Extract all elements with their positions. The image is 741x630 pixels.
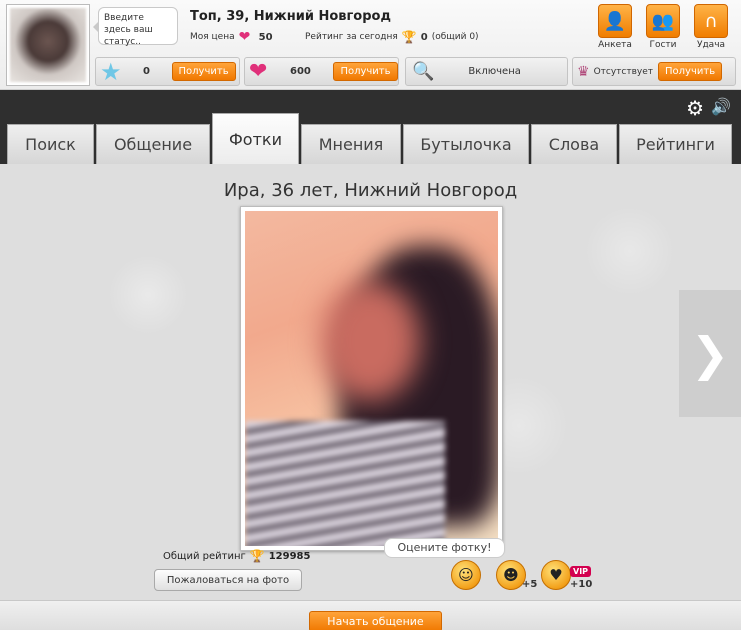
horseshoe-icon: ∩ bbox=[694, 4, 728, 38]
rating-total-note: (общий 0) bbox=[431, 32, 479, 42]
profile-link[interactable]: 👤 Анкета bbox=[596, 4, 634, 50]
plus-5-label: +5 bbox=[522, 579, 538, 590]
tab-words[interactable]: Слова bbox=[531, 124, 617, 164]
top-header: Введите здесь ваш статус.. Топ, 39, Нижн… bbox=[0, 0, 741, 90]
rating-today-value: 0 bbox=[420, 31, 428, 43]
sound-icon[interactable]: 🔊 bbox=[711, 97, 731, 116]
get-stars-button[interactable]: Получить bbox=[171, 62, 236, 81]
vip-tag: VIP bbox=[570, 566, 592, 577]
hearts-value: 600 bbox=[290, 66, 311, 77]
trophy-icon: 🏆 bbox=[401, 30, 417, 44]
guests-icon: 👥 bbox=[646, 4, 680, 38]
smile-rate-icon[interactable]: ☺ bbox=[451, 560, 481, 590]
avatar-image bbox=[10, 8, 86, 82]
stars-bar: ★ 0 Получить bbox=[95, 57, 240, 86]
tab-bar: Поиск Общение Фотки Мнения Бутылочка Сло… bbox=[7, 113, 732, 164]
price-row: Моя цена ❤ 50 bbox=[190, 30, 273, 44]
vip-badge-icon: ♛ bbox=[577, 63, 590, 80]
heart-icon: ❤ bbox=[238, 29, 251, 45]
report-photo-button[interactable]: Пожаловаться на фото bbox=[154, 569, 302, 591]
gem-heart-icon: ❤ bbox=[249, 59, 268, 84]
get-hearts-button[interactable]: Получить bbox=[333, 62, 398, 81]
tab-photos[interactable]: Фотки bbox=[212, 113, 299, 164]
profile-icon: 👤 bbox=[598, 4, 632, 38]
price-value: 50 bbox=[258, 31, 273, 43]
total-rating: Общий рейтинг 🏆 129985 bbox=[163, 549, 310, 563]
trophy-icon: 🏆 bbox=[249, 549, 265, 563]
guests-link[interactable]: 👥 Гости bbox=[644, 4, 682, 50]
hearts-bar: ❤ 600 Получить bbox=[244, 57, 399, 86]
stars-value: 0 bbox=[143, 66, 150, 77]
love-rate-icon[interactable]: ♥ bbox=[541, 560, 571, 590]
star-icon: ★ bbox=[100, 57, 122, 86]
price-label: Моя цена bbox=[190, 32, 235, 42]
tab-chat[interactable]: Общение bbox=[96, 124, 210, 164]
luck-link-label: Удача bbox=[696, 40, 726, 50]
tab-search[interactable]: Поиск bbox=[7, 124, 94, 164]
gear-icon[interactable]: ⚙ bbox=[686, 96, 704, 120]
magnifier-eye-icon: 🔍 bbox=[412, 61, 435, 82]
tab-opinions[interactable]: Мнения bbox=[301, 124, 401, 164]
total-rating-label: Общий рейтинг bbox=[163, 550, 246, 562]
guests-link-label: Гости bbox=[649, 40, 677, 50]
visibility-bar[interactable]: 🔍 Включена bbox=[405, 57, 568, 86]
tab-ratings[interactable]: Рейтинги bbox=[619, 124, 732, 164]
rating-today-label: Рейтинг за сегодня bbox=[305, 32, 398, 42]
status-input[interactable]: Введите здесь ваш статус.. bbox=[93, 7, 178, 47]
plus-10-label: +10 bbox=[570, 579, 593, 590]
person-title: Ира, 36 лет, Нижний Новгород bbox=[223, 180, 518, 201]
photo-frame bbox=[240, 206, 503, 551]
vip-bar: ♛ Отсутствует Получить bbox=[572, 57, 736, 86]
rating-today-row: Рейтинг за сегодня 🏆 0 (общий 0) bbox=[305, 30, 479, 44]
user-title: Топ, 39, Нижний Новгород bbox=[190, 9, 391, 24]
visibility-status: Включена bbox=[468, 66, 521, 77]
start-chat-button[interactable]: Начать общение bbox=[309, 611, 442, 630]
get-vip-button[interactable]: Получить bbox=[658, 62, 723, 81]
total-rating-value: 129985 bbox=[268, 550, 311, 562]
user-avatar[interactable] bbox=[6, 4, 90, 86]
vip-status: Отсутствует bbox=[593, 66, 654, 77]
tab-bottle[interactable]: Бутылочка bbox=[403, 124, 529, 164]
next-photo-arrow[interactable]: ❯ bbox=[679, 290, 741, 417]
profile-link-label: Анкета bbox=[598, 40, 632, 50]
profile-photo[interactable] bbox=[245, 211, 498, 546]
luck-link[interactable]: ∩ Удача bbox=[692, 4, 730, 50]
rate-prompt: Оцените фотку! bbox=[384, 538, 505, 558]
